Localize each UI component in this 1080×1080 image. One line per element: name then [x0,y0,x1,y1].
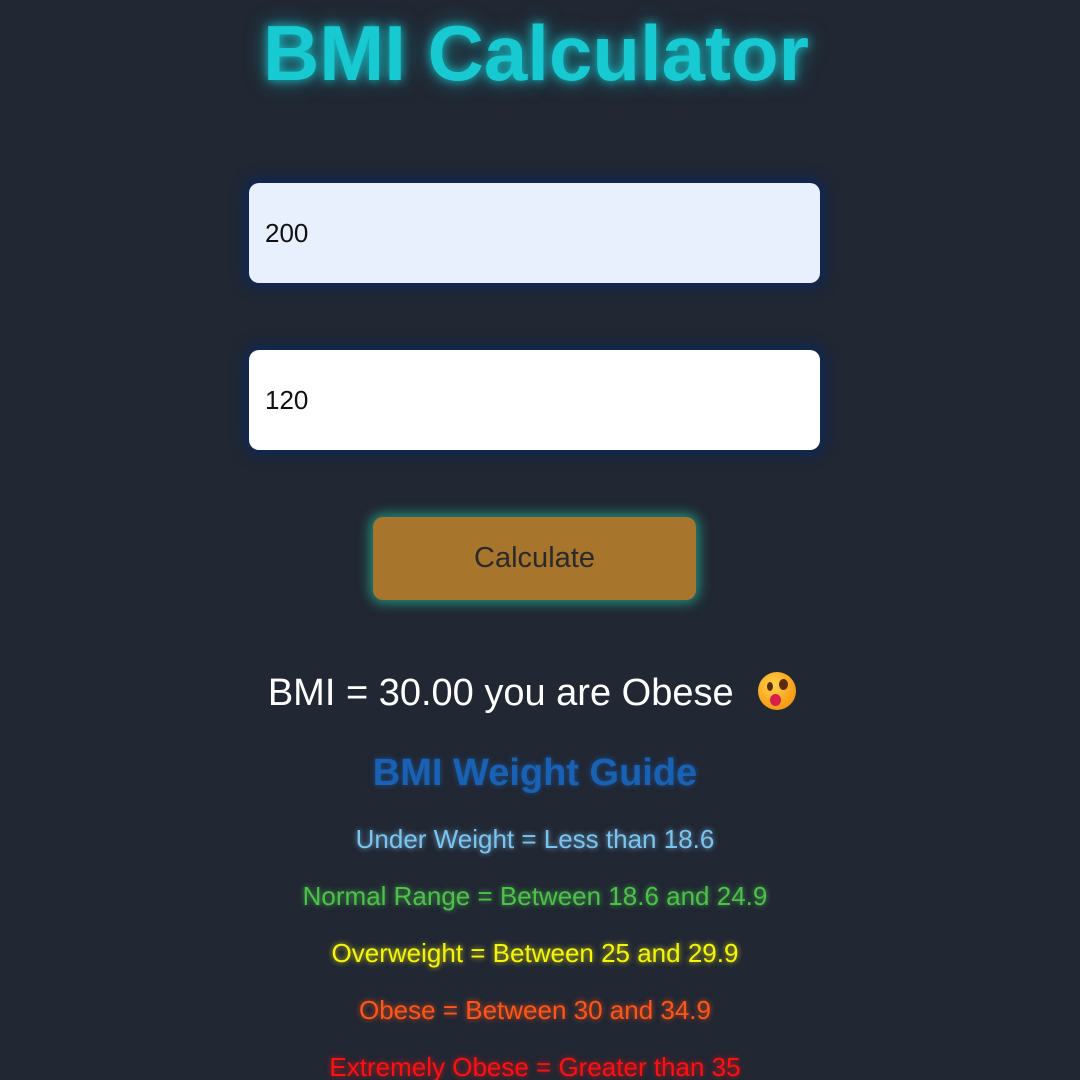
weight-input[interactable] [249,350,820,450]
bmi-calculator-page: BMI Calculator Calculate BMI = 30.00 you… [0,0,1080,1080]
guide-extremely-obese: Extremely Obese = Greater than 35 [329,1052,741,1080]
bmi-result: BMI = 30.00 you are Obese [0,672,1064,715]
guide-obese: Obese = Between 30 and 34.9 [359,995,711,1025]
page-title: BMI Calculator [262,9,810,97]
height-input[interactable] [249,183,820,283]
guide-overweight: Overweight = Between 25 and 29.9 [331,938,739,968]
guide-normal-range: Normal Range = Between 18.6 and 24.9 [302,881,768,911]
calculate-button[interactable]: Calculate [373,517,696,600]
guide-under-weight: Under Weight = Less than 18.6 [355,824,715,854]
guide-title: BMI Weight Guide [372,752,698,794]
astonished-face-icon [758,672,797,710]
bmi-result-text: BMI = 30.00 you are Obese [267,672,734,714]
